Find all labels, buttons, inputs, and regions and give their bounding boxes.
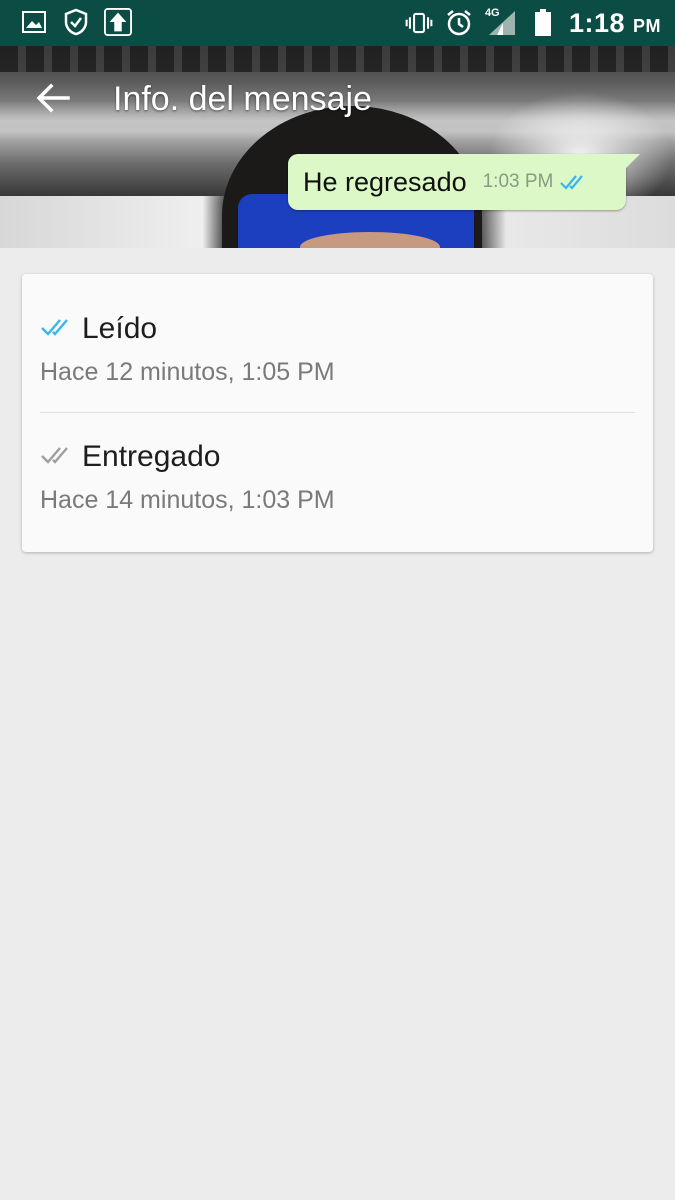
arrow-back-icon	[36, 83, 70, 113]
delivered-time: Hace 14 minutos, 1:03 PM	[40, 486, 335, 514]
back-button[interactable]	[30, 78, 76, 118]
message-text: He regresado	[303, 166, 467, 197]
receipts-card: Leído Hace 12 minutos, 1:05 PM Entregado…	[22, 274, 653, 552]
double-check-read-icon	[40, 316, 74, 343]
shield-check-icon	[62, 8, 90, 36]
image-icon	[20, 8, 48, 36]
bubble-tail	[624, 154, 640, 170]
alarm-icon	[445, 9, 473, 37]
signal-icon: 4G	[484, 7, 517, 37]
status-bar: 4G 1:18 PM	[0, 0, 675, 46]
divider	[40, 412, 635, 413]
delivered-label: Entregado	[82, 440, 221, 473]
read-receipt-row: Leído Hace 12 minutos, 1:05 PM	[40, 312, 335, 387]
read-label: Leído	[82, 312, 158, 345]
vibrate-icon	[405, 9, 433, 37]
page-title: Info. del mensaje	[113, 80, 372, 118]
message-time: 1:03 PM	[482, 171, 554, 192]
delivered-receipt-row: Entregado Hace 14 minutos, 1:03 PM	[40, 440, 335, 515]
upload-icon	[104, 8, 132, 36]
message-bubble[interactable]: He regresado 1:03 PM	[288, 154, 626, 210]
double-check-icon	[559, 173, 589, 191]
header-background-photo	[0, 46, 675, 248]
clock: 1:18 PM	[568, 7, 661, 38]
battery-icon	[529, 9, 557, 37]
double-check-delivered-icon	[40, 444, 74, 471]
read-time: Hace 12 minutos, 1:05 PM	[40, 358, 335, 386]
network-label: 4G	[484, 7, 500, 19]
